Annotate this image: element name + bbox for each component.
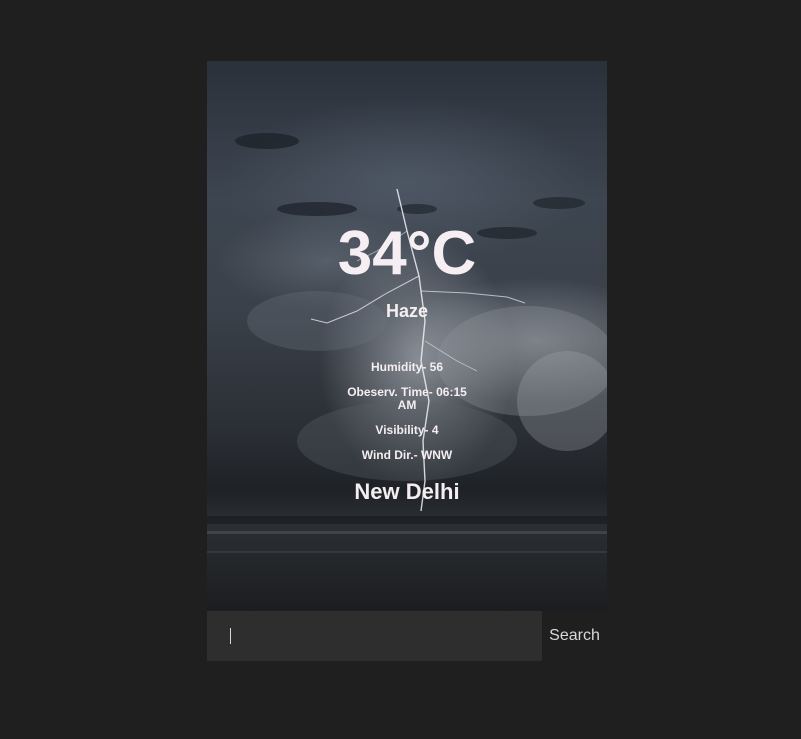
- visibility-detail: Visibility- 4: [375, 423, 439, 437]
- observation-time-detail: Obeserv. Time- 06:15 AM: [347, 385, 467, 412]
- humidity-detail: Humidity- 56: [370, 360, 443, 374]
- search-input[interactable]: [207, 611, 542, 661]
- search-bar: Search: [207, 611, 607, 661]
- storm-background-image: 34°C Haze Humidity- 56 Obeserv. Time- 06…: [207, 61, 607, 611]
- weather-details: Humidity- 56 Obeserv. Time- 06:15 AM Vis…: [337, 361, 477, 474]
- weather-card: 34°C Haze Humidity- 56 Obeserv. Time- 06…: [207, 61, 607, 661]
- search-button[interactable]: Search: [542, 611, 607, 661]
- text-cursor: [230, 628, 231, 644]
- temperature-display: 34°C: [337, 219, 477, 288]
- wind-direction-detail: Wind Dir.- WNW: [361, 448, 453, 462]
- weather-info: 34°C Haze Humidity- 56 Obeserv. Time- 06…: [207, 61, 607, 611]
- weather-condition: Haze: [385, 301, 429, 321]
- city-name: New Delhi: [354, 479, 460, 504]
